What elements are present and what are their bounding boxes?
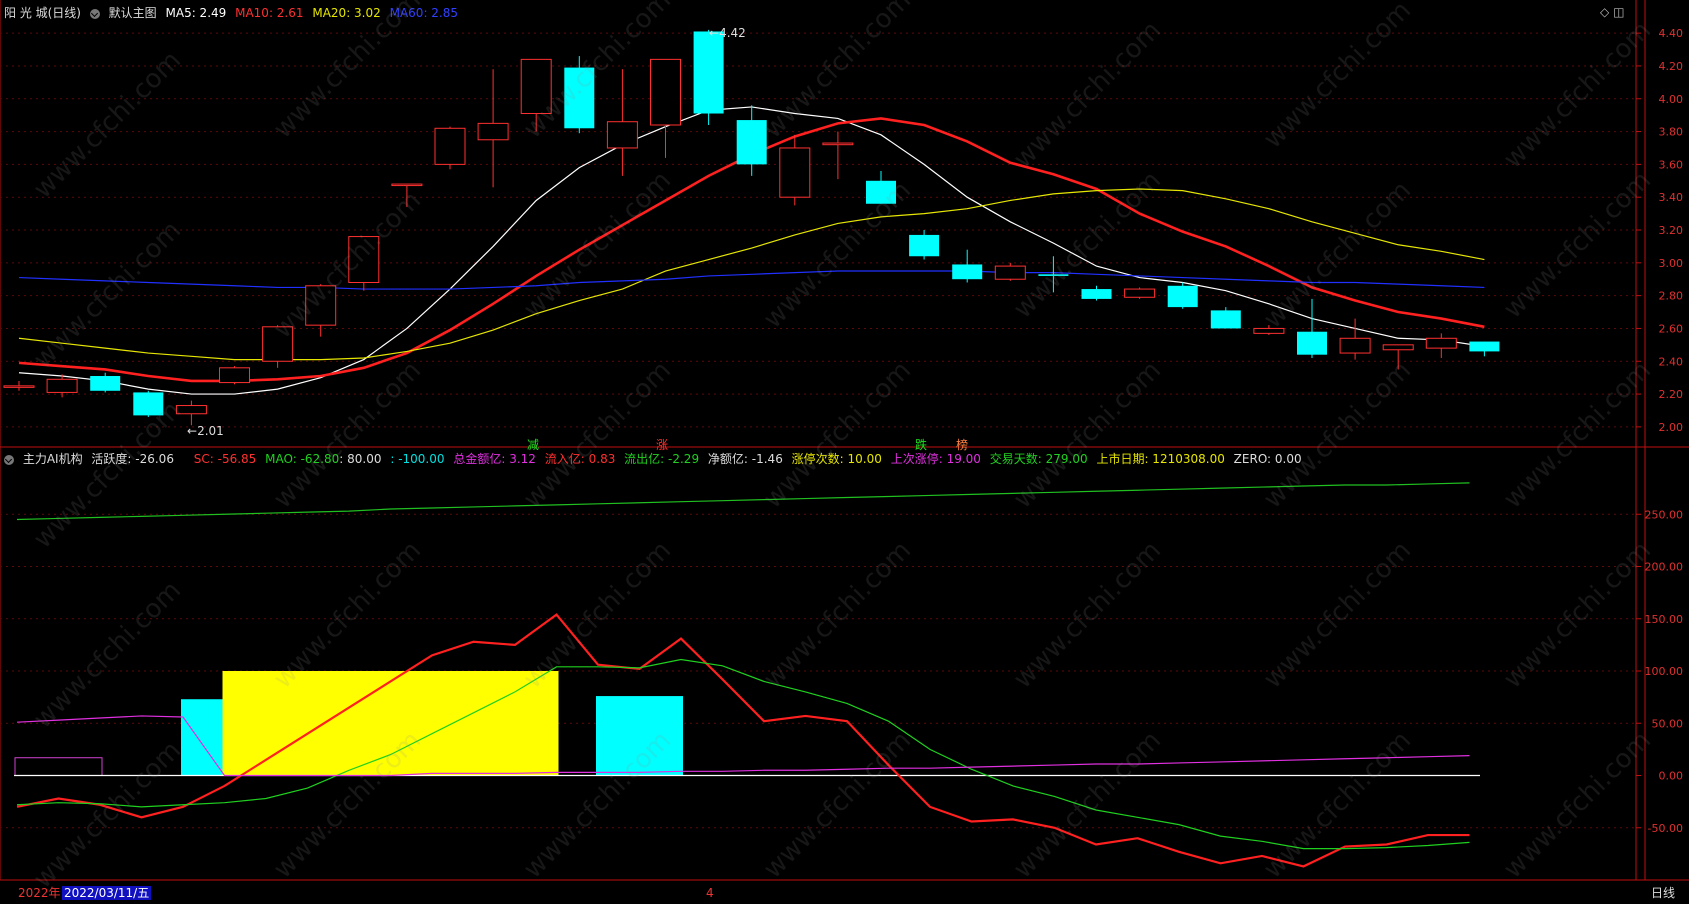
last-limit-up-value: 上次涨停: 19.00	[890, 452, 981, 466]
marker-fall: 跌	[915, 438, 928, 452]
year-label: 2022年	[18, 886, 61, 900]
y-tick-label: 3.20	[1659, 224, 1684, 237]
histogram-bar	[596, 696, 683, 776]
y-tick-label: 3.00	[1659, 257, 1684, 270]
indicator-name[interactable]: 主力AI机构	[23, 452, 83, 466]
activity-value: 活跃度: -26.06	[91, 452, 174, 466]
candle-body	[305, 285, 337, 326]
candle-body	[1038, 274, 1069, 276]
chevron-down-icon[interactable]	[89, 8, 100, 19]
net-value: 净额亿: -1.46	[707, 452, 783, 466]
chevron-down-icon[interactable]	[4, 454, 14, 465]
candle-body	[477, 122, 509, 141]
y-tick-label: 100.00	[1645, 665, 1684, 678]
month-label: 4	[706, 886, 714, 900]
outflow-value: 流出亿: -2.29	[624, 452, 700, 466]
marker-rise: 涨	[656, 438, 669, 452]
candle-body	[219, 367, 250, 384]
y-tick-label: 4.40	[1659, 27, 1684, 40]
low-annotation: ←2.01	[187, 424, 224, 438]
y-tick-label: 2.20	[1659, 388, 1684, 401]
candle-body	[1253, 327, 1285, 334]
restore-icon[interactable]: ◫	[1613, 5, 1624, 19]
y-tick-label: 150.00	[1645, 613, 1684, 626]
candle-body	[909, 234, 940, 257]
total-amount-value: 总金额亿: 3.12	[453, 452, 536, 466]
ma10-value: MA10: 2.61	[235, 6, 304, 20]
current-date-label: 2022/03/11/五	[62, 886, 152, 900]
candle-body	[1124, 288, 1156, 298]
high-value: 4.42	[719, 26, 746, 40]
candle-body	[348, 236, 380, 283]
candle-body	[1339, 337, 1371, 354]
low-value: 2.01	[197, 424, 224, 438]
marker-reduce: 减	[527, 438, 540, 452]
y-tick-label: 2.40	[1659, 355, 1684, 368]
window-controls: ◇ ◫	[1600, 5, 1624, 19]
candle-body	[434, 127, 466, 165]
candle-body	[994, 265, 1026, 280]
diamond-icon[interactable]: ◇	[1600, 5, 1609, 19]
candle-body	[1425, 337, 1457, 349]
candle-body	[3, 385, 35, 388]
candle-body	[262, 326, 294, 362]
candle-body	[736, 120, 767, 165]
histogram-bar	[181, 699, 227, 776]
sc-value: SC: -56.85	[193, 452, 257, 466]
candle-body	[175, 405, 207, 415]
y-tick-label: 250.00	[1645, 508, 1684, 521]
listing-date-value: 上市日期: 1210308.00	[1096, 452, 1225, 466]
y-tick-label: 3.80	[1659, 126, 1684, 139]
candle-body	[866, 180, 896, 204]
y-tick-label: 3.40	[1659, 191, 1684, 204]
y-tick-label: 200.00	[1645, 561, 1684, 574]
zero-value: ZERO: 0.00	[1233, 452, 1302, 466]
y-tick-label: 4.20	[1659, 60, 1684, 73]
candle-body	[1297, 331, 1327, 355]
candle-body	[779, 147, 811, 198]
y-tick-label: 2.60	[1659, 322, 1684, 335]
limit-up-count-value: 涨停次数: 10.00	[791, 452, 882, 466]
candle-body	[391, 183, 423, 187]
inflow-value: 流入亿: 0.83	[544, 452, 616, 466]
period-label[interactable]: 日线	[1651, 886, 1675, 900]
y-tick-label: 2.00	[1659, 421, 1684, 434]
ma5-value: MA5: 2.49	[165, 6, 227, 20]
stock-name: 阳 光 城(日线)	[4, 6, 81, 20]
y-tick-label: 2.80	[1659, 290, 1684, 303]
main-chart-label[interactable]: 默认主图	[109, 6, 157, 20]
ma20-value: MA20: 3.02	[312, 6, 381, 20]
y-tick-label: -50.00	[1648, 822, 1683, 835]
y-tick-label: 50.00	[1652, 717, 1684, 730]
candle-body	[133, 392, 164, 416]
trade-days-value: 交易天数: 279.00	[989, 452, 1088, 466]
candle-body	[606, 121, 638, 149]
candle-body	[90, 376, 121, 391]
candle-body	[46, 378, 78, 393]
marker-list: 榜	[956, 438, 969, 452]
candle-body	[1167, 285, 1198, 308]
high-annotation: ←4.42	[709, 26, 746, 40]
ma60-value: MA60: 2.85	[389, 6, 459, 20]
candle-body	[693, 31, 724, 114]
candle-body	[1382, 344, 1414, 351]
histogram-bar	[222, 671, 559, 776]
level-neg100-value: : -100.00	[390, 452, 445, 466]
y-tick-label: 3.60	[1659, 158, 1684, 171]
candle-body	[1081, 289, 1112, 299]
candle-body	[1469, 341, 1500, 352]
candle-body	[822, 142, 854, 146]
candle-body	[564, 67, 595, 129]
candle-body	[650, 58, 681, 126]
mao-value: MAO: -62.80	[265, 452, 340, 466]
candle-body	[1210, 310, 1241, 329]
level-80-value: : 80.00	[339, 452, 382, 466]
candle-body	[520, 58, 552, 115]
main-chart-header: 阳 光 城(日线) 默认主图 MA5: 2.49 MA10: 2.61 MA20…	[4, 6, 463, 20]
y-tick-label: 4.00	[1659, 93, 1684, 106]
indicator-header: 主力AI机构 活跃度: -26.06 SC: -56.85 MAO: -62.8…	[4, 452, 1307, 466]
candle-body	[952, 264, 983, 280]
y-tick-label: 0.00	[1659, 770, 1684, 783]
